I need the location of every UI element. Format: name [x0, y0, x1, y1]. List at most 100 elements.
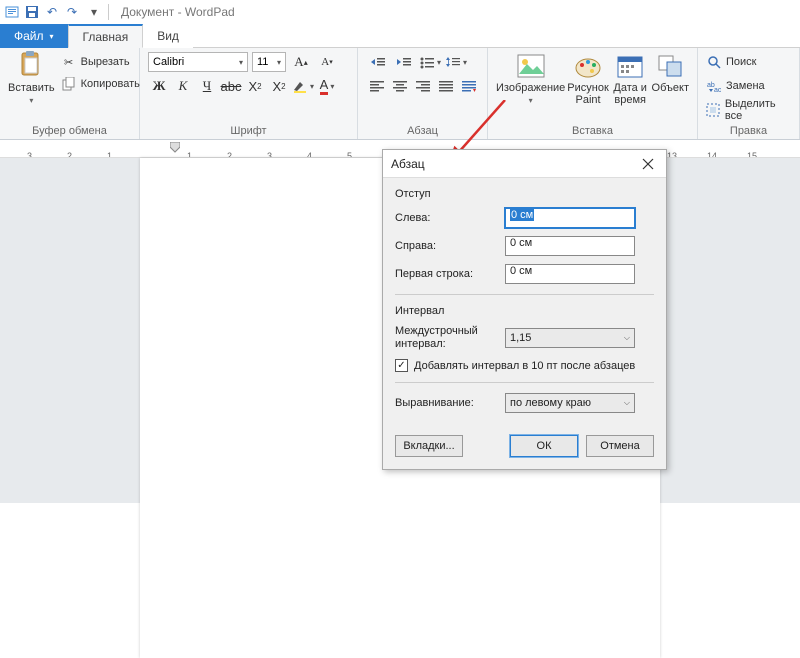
font-size-value: 11: [257, 56, 268, 68]
selectall-button[interactable]: Выделить все: [706, 100, 791, 120]
ribbon: Вставить ▾ ✂ Вырезать Копировать Буфер о…: [0, 48, 800, 140]
datetime-button[interactable]: Дата и время: [611, 52, 650, 106]
linespacing-select[interactable]: 1,15⌵: [505, 328, 635, 348]
chevron-down-icon: ▾: [437, 58, 441, 67]
datetime-label: Дата и время: [611, 82, 650, 106]
align-center-icon[interactable]: [389, 76, 410, 96]
cut-button[interactable]: ✂ Вырезать: [61, 52, 140, 72]
copy-icon: [61, 76, 77, 92]
font-color-icon[interactable]: A▾: [316, 76, 338, 96]
subscript-icon[interactable]: X2: [244, 76, 266, 96]
object-button[interactable]: Объект: [652, 52, 689, 94]
indent-left-label: Слева:: [395, 212, 505, 224]
title-bar: ↶ ↷ ▾ Документ - WordPad: [0, 0, 800, 24]
replace-label: Замена: [726, 80, 765, 92]
insert-group: Изображение ▾ Рисунок Paint Дата и время…: [488, 48, 698, 139]
indent-section-title: Отступ: [395, 188, 654, 200]
firstline-input[interactable]: 0 см: [505, 264, 635, 284]
edit-group-label: Правка: [706, 125, 791, 137]
select-all-icon: [706, 102, 721, 118]
align-justify-icon[interactable]: [435, 76, 456, 96]
shrink-font-icon[interactable]: A▾: [316, 52, 338, 72]
bold-icon[interactable]: Ж: [148, 76, 170, 96]
indent-right-input[interactable]: 0 см: [505, 236, 635, 256]
ok-button-label: ОК: [537, 440, 552, 452]
home-tab-label: Главная: [83, 30, 129, 44]
addspace-checkbox[interactable]: ✓ Добавлять интервал в 10 пт после абзац…: [395, 359, 654, 372]
firstline-label: Первая строка:: [395, 268, 505, 280]
font-name-select[interactable]: Calibri▾: [148, 52, 248, 72]
find-label: Поиск: [726, 56, 756, 68]
undo-icon[interactable]: ↶: [44, 4, 60, 20]
find-button[interactable]: Поиск: [706, 52, 791, 72]
strikethrough-icon[interactable]: abc: [220, 76, 242, 96]
align-select[interactable]: по левому краю⌵: [505, 393, 635, 413]
italic-icon[interactable]: К: [172, 76, 194, 96]
firstline-value: 0 см: [510, 265, 532, 277]
paragraph-dialog: Абзац Отступ Слева: 0 см Справа: 0 см Пе…: [382, 149, 667, 470]
font-size-select[interactable]: 11▾: [252, 52, 286, 72]
text-highlight-icon[interactable]: ▾: [292, 76, 314, 96]
app-icon: [4, 4, 20, 20]
redo-icon[interactable]: ↷: [64, 4, 80, 20]
paint-label: Рисунок Paint: [567, 82, 609, 106]
decrease-indent-icon[interactable]: [366, 52, 390, 72]
paint-icon: [574, 52, 602, 80]
line-spacing-icon[interactable]: ▾: [444, 52, 468, 72]
linespacing-label: Междустрочный интервал:: [395, 325, 505, 351]
object-icon: [656, 52, 684, 80]
align-right-icon[interactable]: [412, 76, 433, 96]
dialog-titlebar: Абзац: [383, 150, 666, 178]
chevron-down-icon: ▾: [29, 96, 33, 105]
close-button[interactable]: [638, 154, 658, 174]
selectall-label: Выделить все: [725, 98, 791, 122]
dialog-title: Абзац: [391, 157, 425, 171]
edit-group: Поиск abac Замена Выделить все Правка: [698, 48, 800, 139]
font-group: Calibri▾ 11▾ A▴ A▾ Ж К Ч abc X2 X2 ▾ A▾ …: [140, 48, 358, 139]
font-group-label: Шрифт: [148, 125, 349, 137]
qat-more-icon[interactable]: ▾: [86, 4, 102, 20]
chevron-down-icon: ⌵: [624, 398, 630, 408]
view-tab-label: Вид: [157, 29, 179, 43]
copy-button[interactable]: Копировать: [61, 74, 140, 94]
image-button[interactable]: Изображение ▾: [496, 52, 565, 105]
paste-button[interactable]: Вставить ▾: [8, 52, 55, 105]
chevron-down-icon: ⌵: [624, 333, 630, 343]
tabs-button[interactable]: Вкладки...: [395, 435, 463, 457]
indent-left-value: 0 см: [510, 209, 534, 221]
paragraph-group-label: Абзац: [366, 125, 479, 137]
bullet-list-icon[interactable]: ▾: [418, 52, 442, 72]
cancel-button-label: Отмена: [600, 440, 639, 452]
separator: [108, 4, 109, 20]
image-icon: [517, 52, 545, 80]
ok-button[interactable]: ОК: [510, 435, 578, 457]
file-tab[interactable]: Файл▾: [0, 24, 68, 48]
file-tab-label: Файл: [14, 29, 44, 43]
window-title: Документ - WordPad: [121, 5, 235, 19]
indent-left-input[interactable]: 0 см: [505, 208, 635, 228]
home-tab[interactable]: Главная: [68, 24, 144, 48]
addspace-label: Добавлять интервал в 10 пт после абзацев: [414, 360, 635, 372]
cancel-button[interactable]: Отмена: [586, 435, 654, 457]
close-icon: [642, 158, 654, 170]
replace-button[interactable]: abac Замена: [706, 76, 791, 96]
calendar-icon: [616, 52, 644, 80]
cut-label: Вырезать: [81, 56, 130, 68]
svg-text:ac: ac: [714, 87, 721, 93]
chevron-down-icon: ▾: [529, 96, 533, 105]
paragraph-dialog-icon[interactable]: [458, 76, 479, 96]
paint-button[interactable]: Рисунок Paint: [567, 52, 609, 106]
scissors-icon: ✂: [61, 54, 77, 70]
superscript-icon[interactable]: X2: [268, 76, 290, 96]
save-icon[interactable]: [24, 4, 40, 20]
chevron-down-icon: ▾: [330, 82, 334, 91]
ruler-indent-marker[interactable]: [170, 142, 180, 154]
grow-font-icon[interactable]: A▴: [290, 52, 312, 72]
align-left-icon[interactable]: [366, 76, 387, 96]
ribbon-tabs: Файл▾ Главная Вид: [0, 24, 800, 48]
chevron-down-icon: ▾: [463, 58, 467, 67]
view-tab[interactable]: Вид: [143, 24, 193, 48]
copy-label: Копировать: [81, 78, 140, 90]
increase-indent-icon[interactable]: [392, 52, 416, 72]
underline-icon[interactable]: Ч: [196, 76, 218, 96]
